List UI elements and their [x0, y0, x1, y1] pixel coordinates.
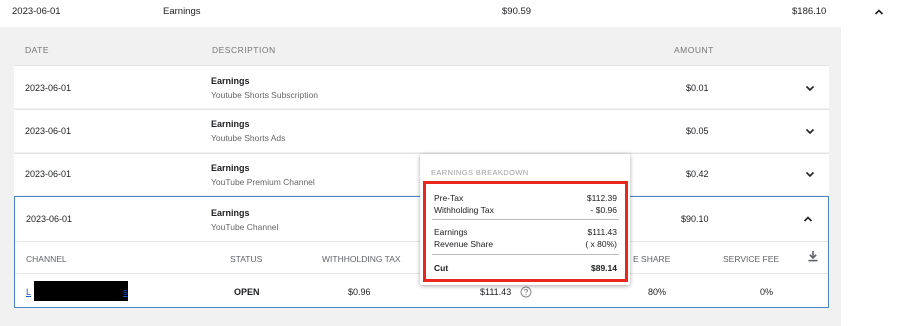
pre-tax-label: Pre-Tax: [434, 193, 464, 203]
withholding-tax-label: Withholding Tax: [434, 205, 494, 215]
header-amount: AMOUNT: [674, 45, 714, 55]
earnings-breakdown-popup: EARNINGS BREAKDOWN Pre-Tax $112.39 Withh…: [420, 154, 630, 285]
service-fee-value: 0%: [760, 287, 774, 297]
row-date: 2023-06-01: [25, 126, 72, 136]
row-title: Earnings: [211, 119, 250, 129]
download-icon[interactable]: [806, 249, 820, 263]
cut-amount: $89.14: [591, 263, 617, 273]
row-amount: $90.10: [681, 214, 709, 224]
row-amount: $0.05: [686, 126, 709, 136]
channel-link-end[interactable]: s: [123, 287, 128, 297]
withholding-tax-value: $0.96: [348, 287, 371, 297]
chevron-up-icon[interactable]: [802, 213, 814, 225]
chevron-up-icon[interactable]: [873, 6, 885, 18]
redaction-bar: [34, 281, 128, 301]
subheader-withholding-tax: WITHHOLDING TAX: [322, 254, 401, 264]
summary-row[interactable]: 2023-06-01 Earnings $90.59 $186.10: [0, 0, 904, 26]
cut-label: Cut: [434, 263, 449, 273]
table-row[interactable]: 2023-06-01 Earnings Youtube Shorts Subsc…: [14, 65, 829, 108]
subheader-revenue-share: E SHARE: [633, 254, 671, 264]
subheader-service-fee: SERVICE FEE: [723, 254, 780, 264]
row-subtitle: YouTube Premium Channel: [211, 177, 315, 187]
revenue-share-amount: ( x 80%): [585, 239, 617, 249]
divider: [432, 219, 619, 220]
summary-amount: $90.59: [502, 6, 532, 17]
earnings-value: $111.43: [480, 287, 512, 297]
subheader-status: STATUS: [230, 254, 263, 264]
row-amount: $0.01: [686, 83, 709, 93]
summary-description: Earnings: [163, 6, 201, 17]
popup-title: EARNINGS BREAKDOWN: [431, 168, 529, 177]
channel-link-start[interactable]: L: [26, 287, 31, 297]
status-value: OPEN: [234, 287, 260, 297]
summary-date: 2023-06-01: [12, 6, 61, 17]
row-amount: $0.42: [686, 169, 709, 179]
row-subtitle: Youtube Shorts Subscription: [211, 90, 318, 100]
revenue-share-value: 80%: [648, 287, 667, 297]
header-date: DATE: [25, 45, 50, 55]
row-date: 2023-06-01: [25, 83, 72, 93]
divider: [432, 254, 619, 255]
row-date: 2023-06-01: [25, 169, 72, 179]
earnings-amount: $111.43: [587, 227, 617, 237]
pre-tax-value: $112.39: [586, 193, 617, 203]
table-row[interactable]: 2023-06-01 Earnings Youtube Shorts Ads $…: [14, 109, 829, 152]
help-circle-icon[interactable]: [520, 286, 532, 298]
header-description: DESCRIPTION: [212, 45, 276, 55]
row-date: 2023-06-01: [26, 214, 73, 224]
row-title: Earnings: [211, 76, 250, 86]
chevron-down-icon[interactable]: [804, 125, 816, 137]
row-title: Earnings: [211, 163, 250, 173]
row-subtitle: Youtube Shorts Ads: [211, 133, 286, 143]
row-subtitle: YouTube Channel: [211, 222, 279, 232]
withholding-tax-amount: - $0.96: [590, 205, 617, 215]
row-title: Earnings: [211, 208, 250, 218]
chevron-down-icon[interactable]: [804, 82, 816, 94]
chevron-down-icon[interactable]: [804, 168, 816, 180]
summary-total: $186.10: [792, 6, 827, 17]
revenue-share-label: Revenue Share: [434, 239, 494, 249]
subheader-channel: CHANNEL: [26, 254, 67, 264]
earnings-label: Earnings: [434, 227, 468, 237]
highlight-box: Pre-Tax $112.39 Withholding Tax - $0.96 …: [423, 181, 628, 282]
